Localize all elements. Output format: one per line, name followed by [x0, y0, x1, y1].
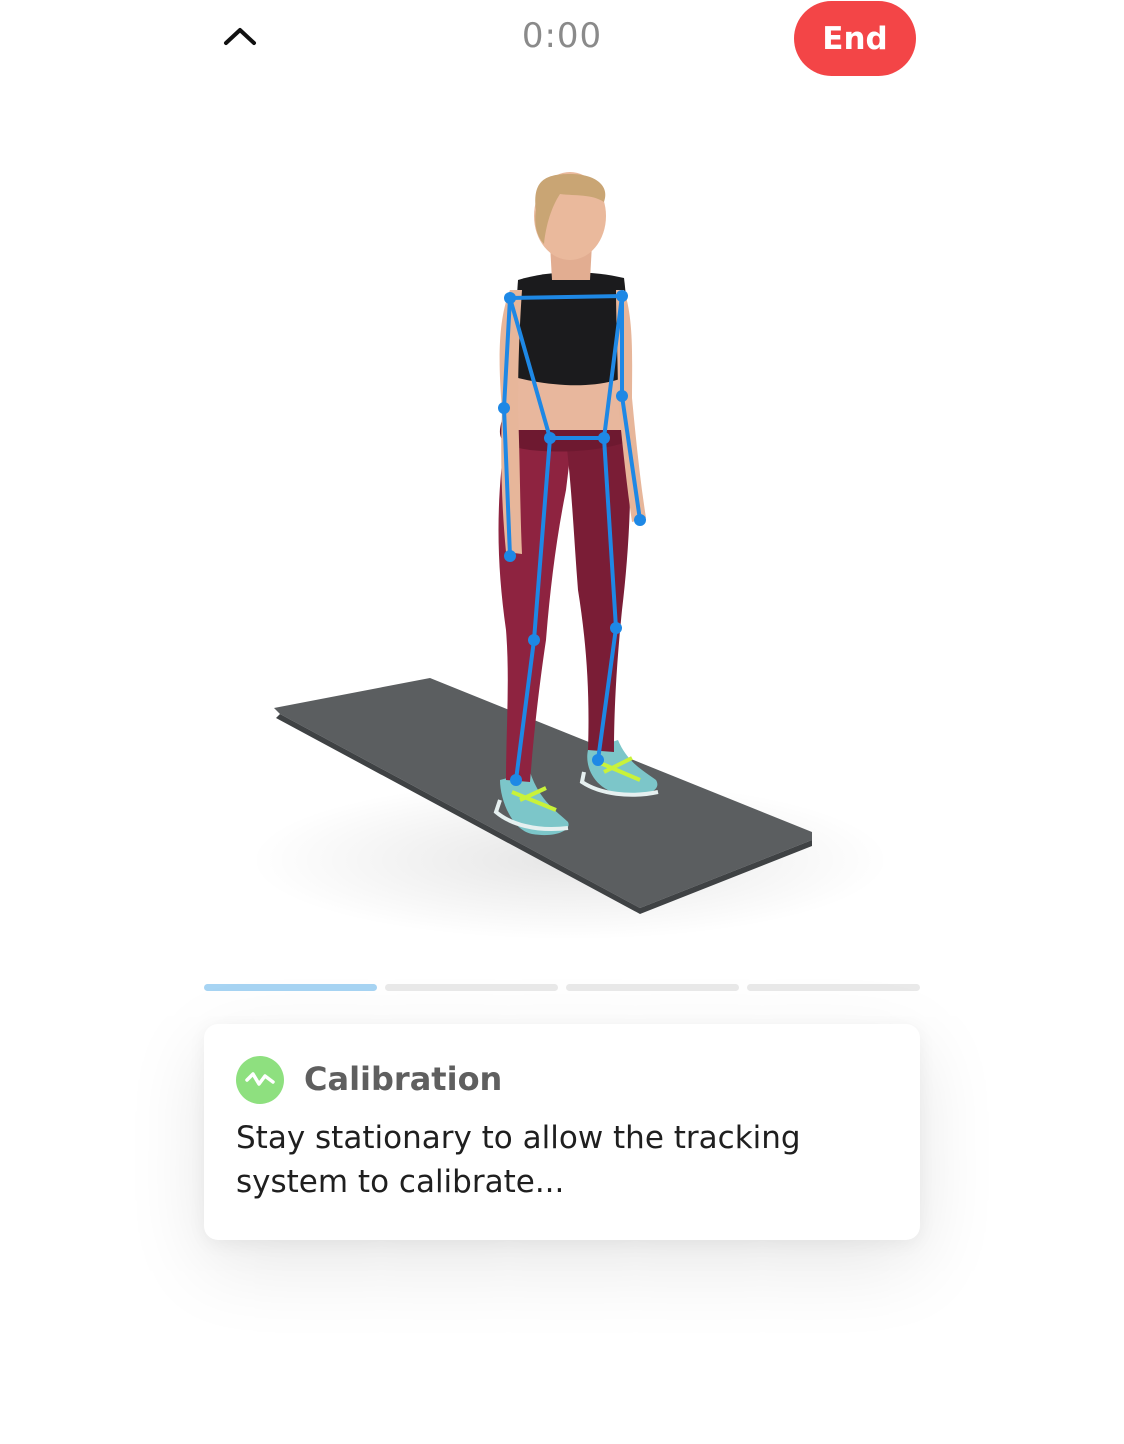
card-title: Calibration [304, 1060, 503, 1098]
chevron-up-icon [224, 28, 256, 45]
head [534, 172, 606, 280]
progress-step-3 [566, 984, 739, 991]
progress-step-1 [204, 984, 377, 991]
top-bar: 0:00 End [0, 0, 1124, 80]
progress-step-4 [747, 984, 920, 991]
workout-illustration [200, 140, 924, 940]
collapse-button[interactable] [214, 14, 266, 58]
pose-figure [250, 172, 890, 940]
card-message: Stay stationary to allow the tracking sy… [236, 1120, 801, 1200]
activity-wave-icon [236, 1056, 284, 1104]
calibration-card: Calibration Stay stationary to allow the… [204, 1024, 920, 1240]
progress-step-2 [385, 984, 558, 991]
session-timer: 0:00 [521, 16, 603, 56]
calibration-progress [204, 984, 920, 992]
end-session-button[interactable]: End [794, 1, 916, 76]
